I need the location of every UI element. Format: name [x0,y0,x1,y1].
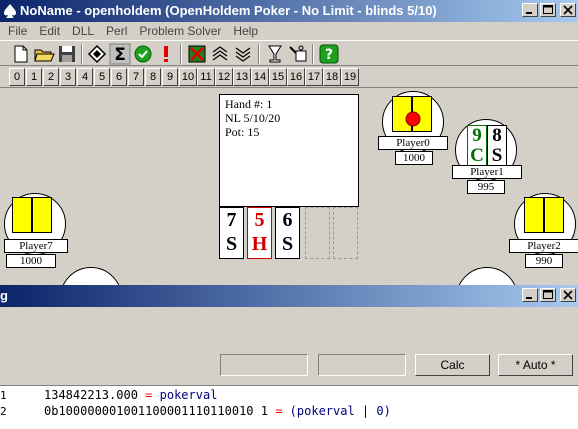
chair-button-0[interactable]: 0 [9,68,25,86]
title-bar[interactable]: NoName - openholdem (OpenHoldem Poker - … [0,0,578,22]
openholdem-window: NoName - openholdem (OpenHoldem Poker - … [0,0,578,429]
player1-card-1: 9 C [467,125,487,167]
formula-icon[interactable] [86,43,108,65]
sigma-icon[interactable]: Σ [109,43,131,65]
player7-balance: 1000 [6,254,56,268]
chair-button-4[interactable]: 4 [77,68,93,86]
chair-button-7[interactable]: 7 [128,68,144,86]
game-type: NL 5/10/20 [225,111,281,125]
chair-button-19[interactable]: 19 [341,68,359,86]
chair-button-6[interactable]: 6 [111,68,127,86]
hand-number: Hand #: 1 [225,97,273,111]
board-card-3: 6 S [275,207,300,259]
player7-name: Player7 [4,239,68,253]
chair-button-17[interactable]: 17 [305,68,323,86]
chair-button-1[interactable]: 1 [26,68,42,86]
minimize-button[interactable] [522,3,538,17]
auto-button[interactable]: * Auto * [498,354,573,376]
player0-balance: 1000 [395,151,433,165]
debug-window-title-bar[interactable]: g [0,285,578,307]
grid-icon[interactable] [186,43,208,65]
chair-button-9[interactable]: 9 [162,68,178,86]
menu-bar: File Edit DLL Perl Problem Solver Help [0,22,578,40]
debug-editor[interactable]: 1 134842213.000 = pokerval 2 0b100000001… [0,385,578,429]
board-card-empty-4 [305,207,330,259]
calc-button[interactable]: Calc [415,354,490,376]
pot-amount: Pot: 15 [225,125,260,139]
menu-file[interactable]: File [2,24,33,38]
debug-window-title: g [0,288,8,303]
seat-player3 [456,267,518,285]
chair-button-2[interactable]: 2 [43,68,59,86]
chair-button-5[interactable]: 5 [94,68,110,86]
debug-field-1[interactable] [220,354,308,376]
menu-help[interactable]: Help [227,24,264,38]
chevrons-down-icon[interactable] [232,43,254,65]
menu-dll[interactable]: DLL [66,24,100,38]
chair-number-bar: 0 1 2 3 4 5 6 7 8 9 10 11 12 13 14 15 16… [0,66,578,88]
board-card-empty-5 [333,207,358,259]
tools-icon[interactable] [287,43,309,65]
debug-maximize-button[interactable] [540,288,556,302]
poker-table: Hand #: 1 NL 5/10/20 Pot: 15 7 S 5 H 6 S… [0,89,578,285]
exclamation-icon[interactable] [155,43,177,65]
player1-balance: 995 [467,180,505,194]
dealer-button-icon [405,111,421,127]
player1-card-2: 8 S [487,125,507,167]
maximize-button[interactable] [540,3,556,17]
open-icon[interactable] [33,43,55,65]
menu-perl[interactable]: Perl [100,24,133,38]
chair-button-12[interactable]: 12 [215,68,233,86]
chair-button-18[interactable]: 18 [323,68,341,86]
menu-problem-solver[interactable]: Problem Solver [133,24,227,38]
svg-text:Σ: Σ [114,45,126,65]
chevrons-up-icon[interactable] [209,43,231,65]
card-back [544,197,564,233]
chair-button-14[interactable]: 14 [251,68,269,86]
board-card-1: 7 S [219,207,244,259]
check-icon[interactable] [132,43,154,65]
seat-player6 [60,267,122,285]
help-icon[interactable]: ? [318,43,340,65]
window-title: NoName - openholdem (OpenHoldem Poker - … [20,3,437,18]
code-line-2: 0b100000001001100001110110010 1 = (poker… [44,404,391,418]
card-back [32,197,52,233]
line-number: 1 [0,389,7,402]
new-icon[interactable] [10,43,32,65]
chair-button-13[interactable]: 13 [233,68,251,86]
save-icon[interactable] [56,43,78,65]
spade-app-icon [4,4,16,18]
debug-close-button[interactable] [560,288,576,302]
player1-name: Player1 [452,165,522,179]
chair-button-11[interactable]: 11 [197,68,215,86]
card-back [524,197,544,233]
player0-name: Player0 [378,136,448,150]
chair-button-8[interactable]: 8 [145,68,161,86]
player2-balance: 990 [525,254,563,268]
chair-button-15[interactable]: 15 [269,68,287,86]
debug-minimize-button[interactable] [522,288,538,302]
chair-button-10[interactable]: 10 [179,68,197,86]
menu-edit[interactable]: Edit [33,24,66,38]
line-number: 2 [0,405,7,418]
chair-button-3[interactable]: 3 [60,68,76,86]
svg-text:?: ? [325,47,333,63]
code-line-1: 134842213.000 = pokerval [44,388,218,402]
player2-name: Player2 [509,239,578,253]
hand-info-box: Hand #: 1 NL 5/10/20 Pot: 15 [219,94,359,207]
toolbar: Σ ? [0,40,578,66]
debug-field-2[interactable] [318,354,406,376]
board-card-2: 5 H [247,207,272,259]
cup-icon[interactable] [264,43,286,65]
close-button[interactable] [560,3,576,17]
chair-button-16[interactable]: 16 [287,68,305,86]
card-back [12,197,32,233]
